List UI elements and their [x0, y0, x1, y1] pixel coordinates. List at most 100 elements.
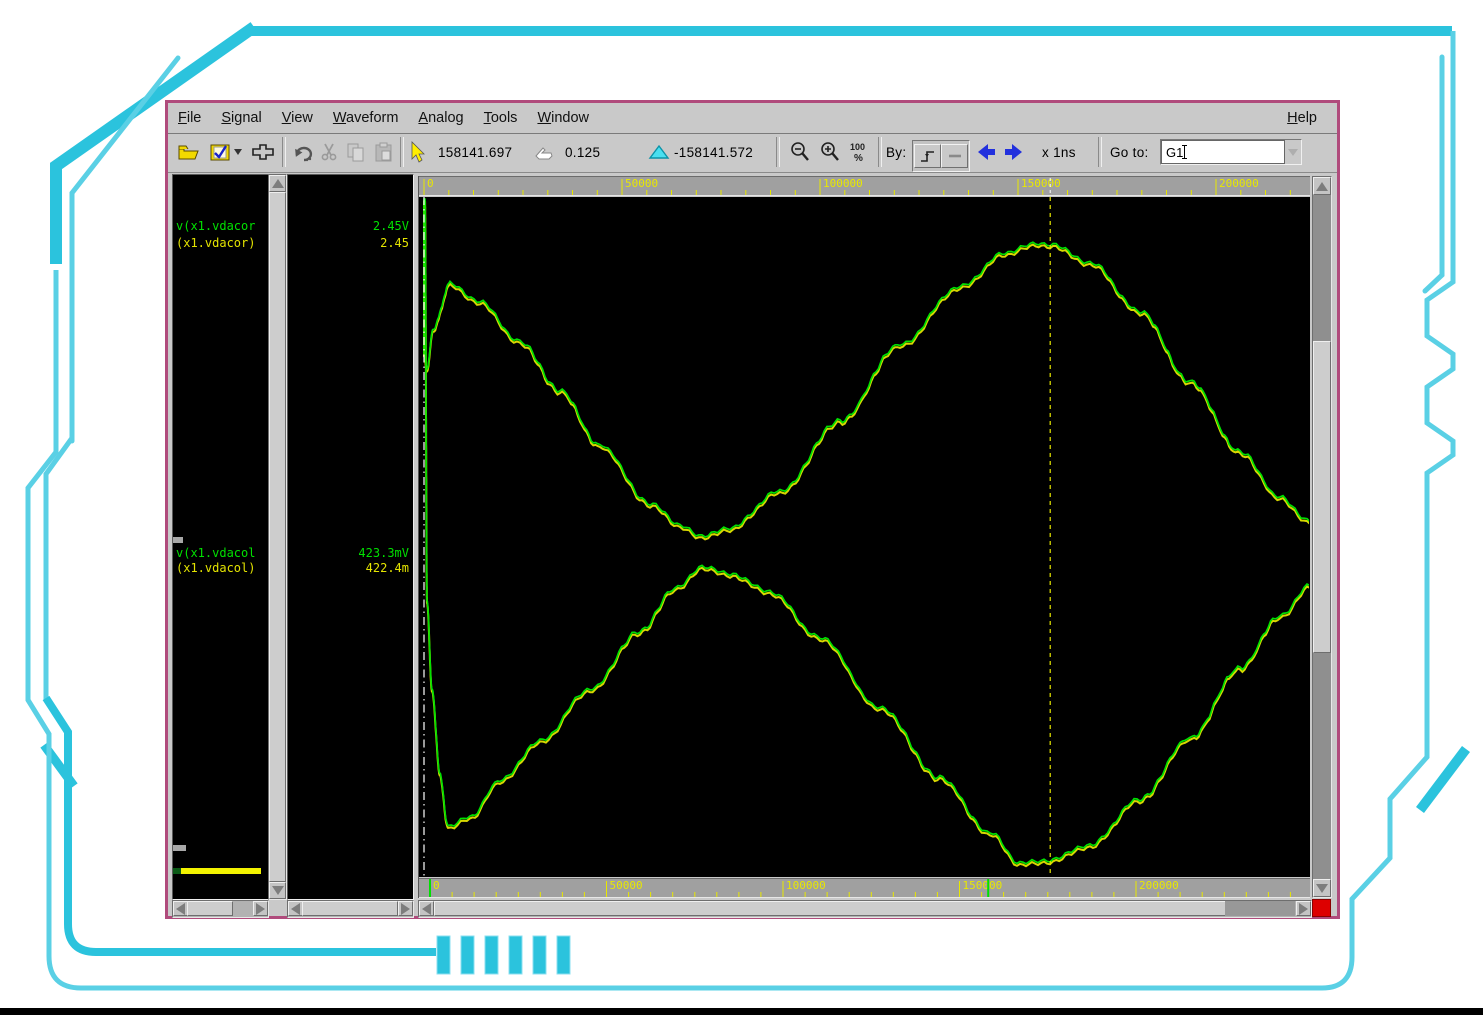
undo-icon [290, 141, 316, 163]
toolbar-separator [1098, 137, 1102, 167]
scroll-down-button[interactable] [1313, 879, 1331, 897]
zoom-in-button[interactable] [818, 138, 842, 166]
signal-values-panel[interactable]: 2.45V 2.45 423.3mV422.4m [287, 174, 414, 900]
dash-button[interactable] [941, 144, 968, 168]
scroll-left-button[interactable] [288, 901, 303, 916]
menu-tools[interactable]: Tools [474, 110, 528, 126]
properties-button[interactable] [208, 138, 232, 166]
edge-step-icon [919, 148, 937, 164]
delta-triangle-icon [648, 142, 670, 162]
menu-help[interactable]: Help [1277, 110, 1327, 126]
goto-dropdown[interactable] [1285, 140, 1300, 164]
scrollbar-thumb[interactable] [434, 901, 1226, 916]
svg-text:200000: 200000 [1219, 177, 1259, 190]
plot-background[interactable] [418, 197, 1310, 877]
by-mode-box [912, 140, 970, 172]
undo-button[interactable] [290, 138, 316, 166]
cut-button[interactable] [318, 138, 340, 166]
scrollbar-thumb[interactable] [302, 901, 398, 916]
cursor2-tool[interactable] [531, 138, 555, 166]
row-handle [173, 537, 183, 543]
text-caret [1184, 145, 1185, 159]
cursor1-value: 158141.697 [438, 145, 512, 160]
scrollbar-thumb[interactable] [269, 192, 286, 882]
scroll-up-button[interactable] [269, 175, 286, 192]
svg-text:100000: 100000 [823, 177, 863, 190]
scroll-right-button[interactable] [398, 901, 413, 916]
toolbar-separator [776, 137, 780, 167]
triangle-right-icon [1299, 903, 1308, 915]
by-label-wrap: By: [886, 138, 906, 166]
bottom-black-bar [0, 1008, 1483, 1015]
dropdown-arrow-icon [234, 149, 242, 155]
edge-step-button[interactable] [914, 144, 941, 168]
names-vertical-scrollbar[interactable] [268, 174, 287, 900]
menu-view[interactable]: View [272, 110, 323, 126]
triangle-up-icon [1316, 182, 1328, 191]
cursor1-readout: 158141.697 [438, 138, 512, 166]
svg-text:100000: 100000 [786, 879, 826, 892]
goto-input[interactable]: G1 [1161, 140, 1285, 164]
signal-value: 422.4m [290, 561, 409, 575]
selection-bar [181, 868, 261, 874]
menu-signal[interactable]: Signal [211, 110, 271, 126]
scroll-right-button[interactable] [1296, 901, 1311, 916]
toolbar-separator [878, 137, 882, 167]
waveform-viewer-window: FileSignalViewWaveformAnalogToolsWindow H… [165, 100, 1340, 919]
wave-vertical-scrollbar[interactable] [1312, 176, 1332, 898]
signal-name[interactable]: (x1.vdacor) [176, 236, 266, 250]
scroll-right-button[interactable] [253, 901, 268, 916]
signal-value: 2.45 [290, 236, 409, 250]
scroll-down-button[interactable] [269, 882, 286, 899]
wave-horizontal-scrollbar[interactable] [418, 900, 1312, 918]
goto-combobox: G1 [1160, 139, 1302, 165]
next-edge-button[interactable] [1002, 138, 1026, 166]
properties-dropdown[interactable] [234, 138, 242, 166]
triangle-left-icon [422, 903, 431, 915]
select-tool[interactable] [408, 138, 426, 166]
triangle-right-icon [401, 903, 410, 915]
triangle-left-icon [291, 903, 300, 915]
scrollbar-thumb[interactable] [187, 901, 233, 916]
menu-analog[interactable]: Analog [408, 110, 473, 126]
overlay-button[interactable] [250, 138, 276, 166]
svg-text:150000: 150000 [1021, 177, 1061, 190]
copy-button[interactable] [344, 138, 368, 166]
zoom-out-button[interactable] [788, 138, 812, 166]
goto-value: G1 [1166, 145, 1183, 160]
signal-names-panel[interactable]: v(x1.vdacor (x1.vdacor) v(x1.vdacol(x1.vda… [172, 174, 269, 900]
toolbar: 158141.697 0.125 -158141.572 [168, 134, 1337, 173]
signal-value: 2.45V [290, 219, 409, 233]
menu-window[interactable]: Window [527, 110, 599, 126]
zoom-in-icon [818, 140, 842, 164]
toolbar-separator [282, 137, 286, 167]
scrollbar-thumb[interactable] [1313, 341, 1331, 653]
top-ruler: 050000100000150000200000 [418, 176, 1310, 196]
triangle-up-icon [272, 179, 284, 188]
signal-value: 423.3mV [290, 546, 409, 560]
open-button[interactable] [176, 138, 200, 166]
values-horizontal-scrollbar[interactable] [287, 900, 414, 918]
resize-corner-indicator[interactable] [1312, 899, 1331, 917]
bottom-ruler: 050000100000150000200000 [418, 878, 1310, 898]
waveform-plot[interactable]: 0500001000001500002000000500001000001500… [418, 176, 1310, 898]
selection-bar-cap [173, 868, 181, 874]
checked-folder-icon [208, 141, 232, 163]
scroll-left-button[interactable] [419, 901, 434, 916]
zoom-out-icon [788, 140, 812, 164]
prev-edge-button[interactable] [974, 138, 998, 166]
prev-arrow-icon [974, 142, 998, 162]
names-horizontal-scrollbar[interactable] [172, 900, 269, 918]
scroll-up-button[interactable] [1313, 177, 1331, 195]
zoom-full-button[interactable]: 100 % [848, 138, 874, 166]
svg-text:50000: 50000 [625, 177, 658, 190]
signal-name[interactable]: v(x1.vdacor [176, 219, 266, 233]
signal-name[interactable]: (x1.vdacol) [176, 561, 266, 575]
signal-name[interactable]: v(x1.vdacol [176, 546, 266, 560]
svg-text:50000: 50000 [610, 879, 643, 892]
scroll-left-button[interactable] [173, 901, 188, 916]
paste-button[interactable] [372, 138, 396, 166]
screenshot-stage: { "frame": { "accent_color": "#2bc3dd", … [0, 0, 1483, 1019]
menu-file[interactable]: File [168, 110, 211, 126]
menu-waveform[interactable]: Waveform [323, 110, 409, 126]
